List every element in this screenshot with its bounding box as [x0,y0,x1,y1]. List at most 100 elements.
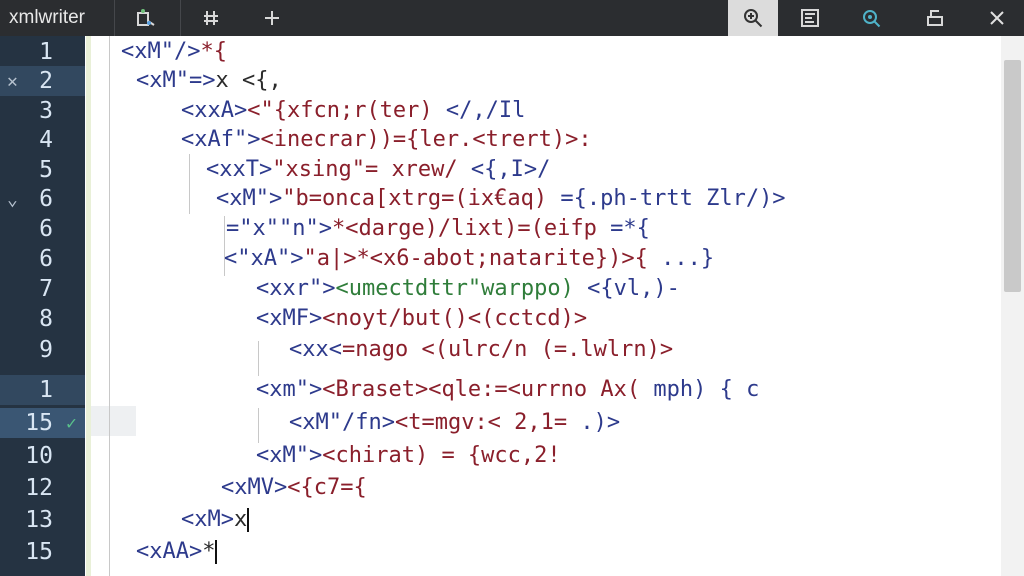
xml-tag: <xxA> [181,98,248,123]
error-marker-icon[interactable]: ✕ [7,71,18,92]
outline-button[interactable] [785,0,835,36]
gutter-line[interactable]: 3 [0,96,85,126]
code-text: <{c7={ [287,475,367,500]
code-line[interactable]: <xMV><{c7={ [221,474,367,502]
code-line[interactable]: <xAf"><inecrar))={ler.<trert)>: [181,126,592,154]
gutter-line[interactable]: 12 [0,473,85,503]
code-text: "b=onca[xtrg=(ix€aq) [282,186,548,211]
code-text: <"{xfcn;r(ter) [247,98,433,123]
xml-tag: <xAA> [136,539,203,564]
gutter-line[interactable]: 2 ✕ [0,66,85,96]
code-line[interactable]: <xx<=nago <(ulrc/n (=.lwlrn)> [289,336,673,364]
fold-chevron-icon[interactable]: ⌄ [7,189,18,210]
code-text: <noyt/but()<(cctcd)> [322,306,588,331]
code-text: <t=mgv:< 2,1= [394,410,568,435]
code-text: <Braset><qle:=<urrno Ax( [322,377,641,402]
text-cursor [247,508,250,532]
line-number: 1 [39,39,53,65]
code-line[interactable]: <xM"=>x <{, [136,67,282,95]
text-cursor [215,540,218,564]
code-line[interactable]: <xM>x [181,506,250,534]
gutter-line[interactable]: 6 [0,214,85,244]
code-line[interactable]: <xAA>* [136,538,218,566]
code-text: =nago <(ulrc/n (=.lwlrn)> [341,337,674,362]
xml-tag: <xMF> [256,306,323,331]
new-tab-button[interactable] [247,0,297,36]
gutter-line[interactable]: 6 [0,244,85,274]
search-zoom-icon [744,9,763,28]
xml-tag: <xx< [289,337,342,362]
code-line[interactable]: <xxT>"xsing"= xrew/ <{,I>/ [206,156,550,184]
gutter-line[interactable]: 15 ✓ [0,408,85,438]
gutter-line[interactable]: 9 [0,335,85,365]
xml-tag: <xxT> [206,157,273,182]
code-text: <inecrar))={ler.<trert)>: [260,127,592,152]
code-text: ...} [647,246,715,271]
code-line[interactable]: ="x""n">*<darge)/lixt)=(eifp =*{ [226,215,650,243]
line-number: 12 [25,475,53,501]
code-line[interactable]: <xM"/>*{ [121,38,227,66]
xml-tag: <xxr"> [256,276,336,301]
code-line[interactable]: <xM"><chirat) = {wcc,2! [256,442,561,470]
line-number: 2 [39,68,53,94]
code-line[interactable]: <"xA">"a|>*<x6-abot;natarite})>{ ...} [224,245,714,273]
gutter-line[interactable]: 13 [0,505,85,535]
close-icon [990,11,1004,25]
outline-icon [801,9,819,27]
code-text: .)> [567,410,621,435]
line-number: 7 [39,276,53,302]
code-line[interactable]: <xM"/fn><t=mgv:< 2,1= .)> [289,409,620,437]
line-number: 10 [25,443,53,469]
gutter-line[interactable]: 10 [0,441,85,471]
code-line[interactable]: <xm"><Braset><qle:=<urrno Ax( mph) { c [256,376,759,404]
line-number: 6 [39,216,53,242]
find-replace-button[interactable] [846,0,896,36]
indent-guide [258,341,259,376]
code-text: =*{ [596,216,650,241]
line-number: 6 [39,246,53,272]
gutter-line[interactable]: 7 [0,274,85,304]
code-line[interactable]: <xM">"b=onca[xtrg=(ix€aq) ={.ph-trtt Zlr… [216,185,786,213]
gutter-line[interactable]: 6 ⌄ [0,184,85,214]
gutter-line[interactable]: 5 [0,155,85,185]
code-line[interactable]: <xMF><noyt/but()<(cctcd)> [256,305,587,333]
code-line[interactable]: <xxr"><umectdttr"warppo) <{vl,)- [256,275,680,303]
panel-button[interactable] [910,0,960,36]
code-text: <chirat) = {wcc,2! [322,443,561,468]
scrollbar-thumb[interactable] [1004,60,1021,292]
xml-tag: <xM"=> [136,68,216,93]
code-text: x [233,507,248,532]
plus-icon [265,11,279,25]
xml-tag: <"xA"> [224,246,304,271]
gutter-line[interactable]: 15 [0,537,85,567]
xml-tag: <xM"/> [121,39,201,64]
indent-guide [189,154,190,214]
bug-run-button[interactable] [120,0,170,36]
indent-guide [109,36,110,576]
gutter-line[interactable]: 4 [0,125,85,155]
code-text: <{,I>/ [457,157,551,182]
vertical-scrollbar[interactable] [1001,36,1024,576]
check-icon: ✓ [66,412,77,434]
code-text: </,/Il [432,98,526,123]
xml-tag: <xM"> [256,443,323,468]
zoom-search-button[interactable] [728,0,778,36]
line-number: 13 [25,507,53,533]
gutter-line[interactable]: 8 [0,304,85,334]
code-editor[interactable]: <xM"/>*{<xM"=>x <{, <xxA><"{xfcn;r(ter) <… [91,36,1001,576]
gutter-line[interactable]: 1 [0,37,85,67]
xml-tag: <xMV> [221,475,288,500]
panel-icon [927,10,943,26]
code-text: ={.ph-trtt Zlr/)> [547,186,786,211]
gutter-line[interactable]: 1 [0,375,85,405]
bug-run-icon [137,9,155,26]
code-text: <umectdttr"warppo) [335,276,574,301]
code-line[interactable]: <xxA><"{xfcn;r(ter) </,/Il [181,97,525,125]
xml-tag: ="x""n"> [226,216,332,241]
close-button[interactable] [972,0,1022,36]
line-number: 9 [39,337,53,363]
indent-guide [258,408,259,443]
hash-button[interactable] [186,0,236,36]
xml-tag: <xM"/fn> [289,410,395,435]
xml-tag: <xm"> [256,377,323,402]
